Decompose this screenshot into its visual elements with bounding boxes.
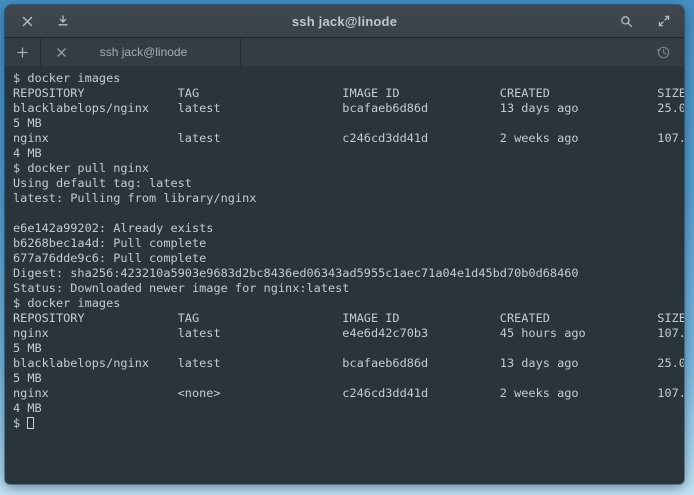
search-button[interactable] [614, 9, 638, 33]
tab-ssh-session[interactable]: ssh jack@linode [41, 38, 241, 66]
new-tab-icon [17, 47, 28, 58]
terminal-line: blacklabelops/nginx latest bcafaeb6d86d … [13, 101, 684, 116]
tab-label: ssh jack@linode [71, 45, 230, 59]
terminal-window: ssh jack@linode [5, 5, 684, 484]
terminal-line: nginx latest c246cd3dd41d 2 weeks ago 10… [13, 131, 684, 146]
terminal-line: blacklabelops/nginx latest bcafaeb6d86d … [13, 356, 684, 371]
terminal-line: 5 MB [13, 116, 684, 131]
terminal-line: b6268bec1a4d: Pull complete [13, 236, 684, 251]
terminal-line: REPOSITORY TAG IMAGE ID CREATED SIZE [13, 86, 684, 101]
terminal-line: $ docker images [13, 296, 684, 311]
terminal-line: nginx <none> c246cd3dd41d 2 weeks ago 10… [13, 386, 684, 401]
terminal-line: latest: Pulling from library/nginx [13, 191, 684, 206]
download-button[interactable] [51, 9, 75, 33]
terminal-line: nginx latest e4e6d42c70b3 45 hours ago 1… [13, 326, 684, 341]
terminal-line: 5 MB [13, 371, 684, 386]
search-icon [620, 15, 633, 28]
terminal-line: $ docker images [13, 71, 684, 86]
desktop-background: ssh jack@linode [0, 0, 694, 495]
terminal-line: REPOSITORY TAG IMAGE ID CREATED SIZE [13, 311, 684, 326]
new-tab-button[interactable] [5, 38, 41, 66]
terminal-line: e6e142a99202: Already exists [13, 221, 684, 236]
close-button[interactable] [15, 9, 39, 33]
terminal-line: Status: Downloaded newer image for nginx… [13, 281, 684, 296]
close-icon [22, 16, 33, 27]
prompt-text: $ [13, 416, 27, 430]
tab-close-icon [57, 48, 66, 57]
expand-icon [658, 15, 670, 27]
tab-bar-spacer [241, 38, 642, 66]
title-bar[interactable]: ssh jack@linode [5, 5, 684, 38]
tab-bar: ssh jack@linode [5, 38, 684, 66]
expand-button[interactable] [652, 9, 676, 33]
terminal-line: Digest: sha256:423210a5903e9683d2bc8436e… [13, 266, 684, 281]
tab-close-button[interactable] [51, 42, 71, 62]
terminal-screen[interactable]: $ docker images REPOSITORY TAG IMAGE ID … [5, 66, 684, 484]
history-icon [656, 45, 671, 60]
window-title: ssh jack@linode [5, 14, 684, 29]
prompt-line: $ [13, 416, 684, 431]
terminal-line: 4 MB [13, 401, 684, 416]
download-icon [57, 15, 69, 27]
terminal-line: 4 MB [13, 146, 684, 161]
history-button[interactable] [642, 38, 684, 66]
text-cursor [27, 417, 34, 429]
terminal-line [13, 206, 684, 221]
terminal-line: 677a76dde9c6: Pull complete [13, 251, 684, 266]
terminal-line: Using default tag: latest [13, 176, 684, 191]
terminal-line: $ docker pull nginx [13, 161, 684, 176]
terminal-line: 5 MB [13, 341, 684, 356]
